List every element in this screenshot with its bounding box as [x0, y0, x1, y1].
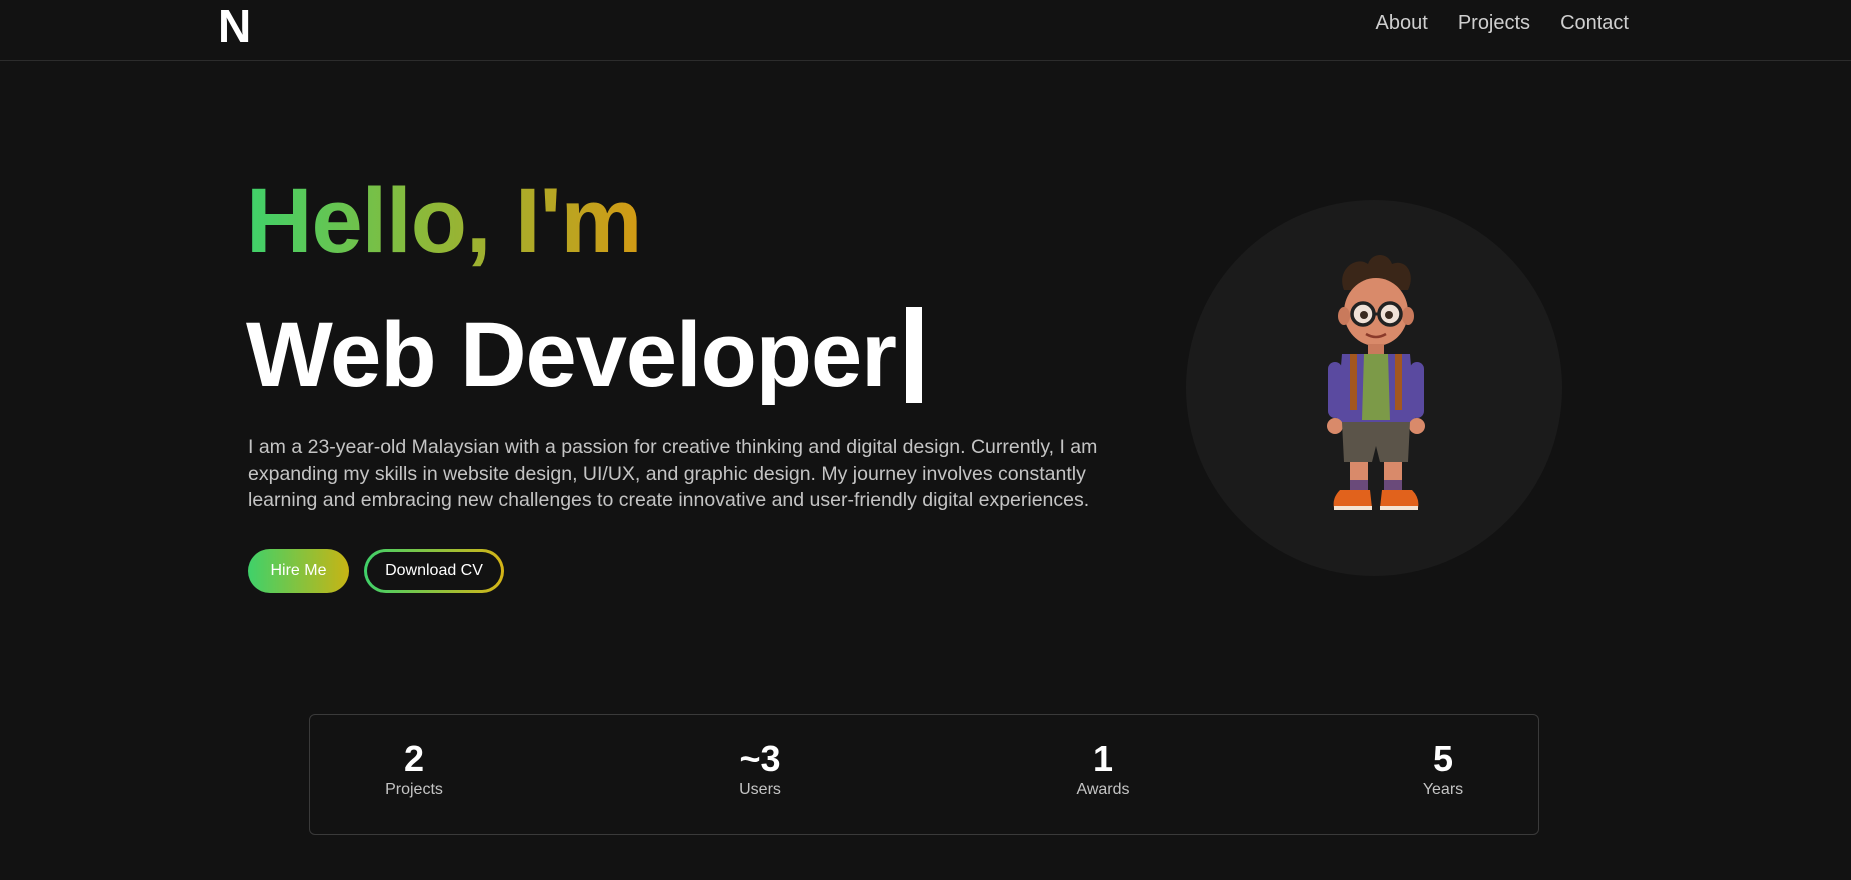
typing-caret — [905, 307, 922, 403]
stat-users: ~3 Users — [660, 739, 860, 801]
stat-value: 5 — [1432, 738, 1454, 779]
site-logo[interactable]: N — [218, 2, 251, 50]
hero-role-text: Web Developer — [246, 304, 897, 406]
navbar: N About Projects Contact — [0, 0, 1851, 61]
hero-bio: I am a 23-year-old Malaysian with a pass… — [248, 436, 1098, 511]
stat-value: ~3 — [739, 738, 781, 779]
stat-years: 5 Years — [1343, 739, 1543, 801]
stat-label: Awards — [1076, 781, 1130, 798]
hire-me-button[interactable]: Hire Me — [248, 549, 349, 593]
hero-greeting: Hello, I'm — [246, 166, 642, 276]
hero-role: Web Developer — [246, 300, 922, 410]
nav-link-projects[interactable]: Projects — [1458, 10, 1530, 36]
download-cv-label: Download CV — [367, 552, 501, 590]
stat-value: 2 — [403, 738, 425, 779]
stat-awards: 1 Awards — [1003, 739, 1203, 801]
stat-label: Projects — [385, 781, 443, 798]
stat-projects: 2 Projects — [314, 739, 514, 801]
download-cv-button[interactable]: Download CV — [364, 549, 504, 593]
stats-panel: 2 Projects ~3 Users 1 Awards 5 Years — [309, 714, 1539, 835]
stat-label: Years — [1422, 781, 1464, 798]
avatar — [1327, 255, 1425, 510]
nav-link-about[interactable]: About — [1376, 10, 1428, 36]
stat-label: Users — [739, 781, 781, 798]
nav-link-contact[interactable]: Contact — [1560, 10, 1629, 36]
stat-value: 1 — [1092, 738, 1114, 779]
nav-links: About Projects Contact — [1376, 10, 1629, 36]
